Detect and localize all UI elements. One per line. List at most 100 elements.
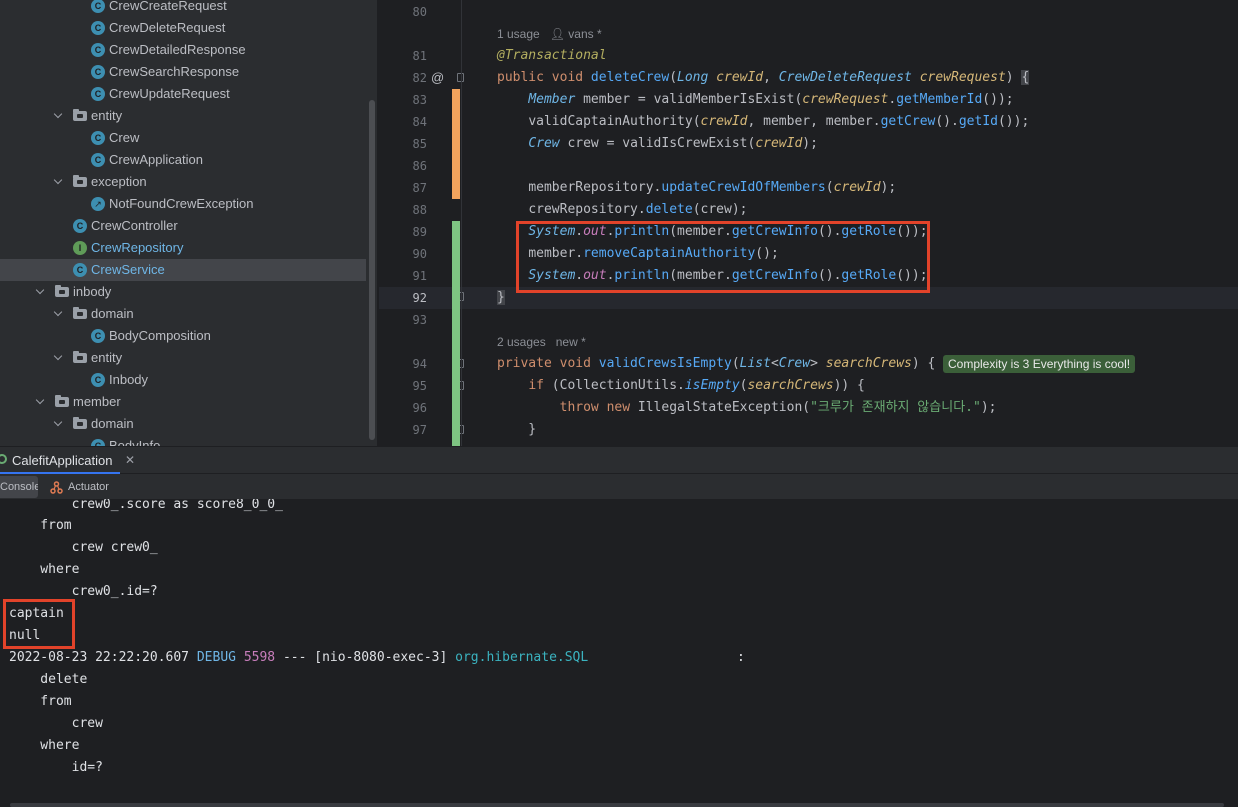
tab-console[interactable]: Console [0, 476, 38, 498]
actuator-icon [50, 481, 63, 494]
chevron-down-icon[interactable] [54, 177, 64, 187]
method-call: validMemberIsExist [653, 92, 795, 107]
tree-item-crewupdaterequest[interactable]: CrewUpdateRequest [0, 83, 366, 105]
tree-item-crewcontroller[interactable]: CrewController [0, 215, 366, 237]
tree-item-notfoundcrewexception[interactable]: NotFoundCrewException [0, 193, 366, 215]
usage-author: new * [555, 335, 586, 349]
exception-class-icon [91, 197, 105, 211]
tree-item-label: domain [91, 416, 134, 431]
tree-item-crew[interactable]: Crew [0, 127, 366, 149]
type: List [739, 356, 771, 371]
chevron-down-icon[interactable] [54, 309, 64, 319]
tree-item-crewrepository[interactable]: CrewRepository [0, 237, 366, 259]
project-tree-panel: CrewCreateRequest CrewDeleteRequest Crew… [0, 0, 378, 446]
type: Crew [528, 136, 560, 151]
tree-folder-domain[interactable]: domain [0, 413, 366, 435]
class-ref: CollectionUtils [559, 378, 678, 393]
tree-item-inbody[interactable]: Inbody [0, 369, 366, 391]
override-marker-icon[interactable]: @ [431, 67, 445, 89]
tree-folder-domain[interactable]: domain [0, 303, 366, 325]
tree-item-crewservice[interactable]: CrewService [0, 259, 366, 281]
vcs-added-marker[interactable] [452, 309, 460, 446]
string-literal: "크루가 존재하지 않습니다." [810, 400, 981, 415]
code-line-95: if (CollectionUtils.isEmpty(searchCrews)… [528, 378, 865, 393]
run-tab-calefitapplication[interactable]: CalefitApplication [0, 447, 121, 474]
method-call: delete [645, 202, 693, 217]
variable: member [583, 92, 631, 107]
vcs-added-marker[interactable] [452, 221, 460, 309]
folder-icon [73, 307, 87, 319]
tree-item-crewcreaterequest[interactable]: CrewCreateRequest [0, 0, 366, 17]
keyword: throw new [559, 400, 631, 415]
run-tool-window-header: CalefitApplication ✕ [0, 446, 1238, 474]
complexity-badge[interactable]: Complexity is 3 Everything is cool! [943, 355, 1136, 373]
tree-item-label: CrewApplication [109, 152, 203, 167]
usage-count: 1 usage [497, 27, 540, 41]
chevron-down-icon[interactable] [54, 353, 64, 363]
tab-console-label: Console [0, 481, 38, 493]
usage-hint[interactable]: 2 usages new * [497, 331, 586, 353]
method-call: getMemberId [896, 92, 983, 107]
param: searchCrews [747, 378, 834, 393]
class-icon [91, 329, 105, 343]
param: crewRequest [802, 92, 889, 107]
param: crewId [755, 136, 803, 151]
line-number: 93 [412, 313, 427, 327]
tree-item-label: Inbody [109, 372, 149, 387]
tree-folder-inbody[interactable]: inbody [0, 281, 366, 303]
vcs-modified-marker[interactable] [452, 89, 460, 199]
tree-item-crewdeleterequest[interactable]: CrewDeleteRequest [0, 17, 366, 39]
interface-icon [73, 241, 87, 255]
usage-hint[interactable]: 1 usage 👤︎ vans * [497, 23, 602, 45]
log-timestamp: 2022-08-23 22:22:20.607 [9, 650, 190, 665]
console-line: delete [9, 672, 88, 687]
code-line-96: throw new IllegalStateException("크루가 존재하… [559, 400, 997, 415]
tree-item-label: CrewService [91, 262, 165, 277]
tree-folder-exception[interactable]: exception [0, 171, 366, 193]
console-line: crew0_.score as score8_0_0_ [9, 499, 283, 512]
tree-item-crewapplication[interactable]: CrewApplication [0, 149, 366, 171]
tree-item-label: CrewDeleteRequest [109, 20, 226, 35]
code-line-87: memberRepository.updateCrewIdOfMembers(c… [528, 180, 897, 195]
param: crewRequest [919, 70, 1006, 85]
param: searchCrews [825, 356, 912, 371]
line-number: 83 [412, 93, 427, 107]
console-output[interactable]: crew0_.score as score8_0_0_ from crew cr… [0, 499, 1238, 807]
tree-item-bodycomposition[interactable]: BodyComposition [0, 325, 366, 347]
chevron-down-icon[interactable] [54, 419, 64, 429]
log-level: DEBUG [196, 650, 236, 665]
horizontal-scrollbar[interactable] [10, 803, 1224, 807]
tree-item-label: entity [91, 108, 123, 123]
variable: member [825, 114, 873, 129]
line-number: 92 [412, 291, 427, 305]
param: crewId [716, 70, 764, 85]
tree-item-bodyinfo[interactable]: BodyInfo [0, 435, 366, 446]
chevron-down-icon[interactable] [54, 111, 64, 121]
tree-item-label: CrewRepository [91, 240, 184, 255]
method-name: deleteCrew [590, 70, 670, 85]
tree-item-crewsearchresponse[interactable]: CrewSearchResponse [0, 61, 366, 83]
class-icon [91, 153, 105, 167]
tree-item-label: inbody [73, 284, 112, 299]
code-line-88: crewRepository.delete(crew); [528, 202, 748, 217]
chevron-down-icon[interactable] [36, 397, 46, 407]
console-line: where [9, 738, 80, 753]
close-icon[interactable]: ✕ [125, 447, 135, 474]
tree-scrollbar[interactable] [369, 100, 375, 440]
method-call: getId [958, 114, 998, 129]
tree-item-label: member [73, 394, 121, 409]
code-editor[interactable]: 80 81 82 83 84 85 86 87 88 89 90 91 92 9… [379, 0, 1238, 446]
class-icon [91, 131, 105, 145]
tree-folder-entity[interactable]: entity [0, 347, 366, 369]
tree-folder-member[interactable]: member [0, 391, 366, 413]
folder-icon [55, 395, 69, 407]
tab-actuator[interactable]: Actuator [50, 476, 109, 498]
line-number: 96 [412, 401, 427, 415]
class-icon [73, 263, 87, 277]
class-icon [91, 65, 105, 79]
chevron-down-icon[interactable] [36, 287, 46, 297]
tree-item-label: entity [91, 350, 123, 365]
class-ref: IllegalStateException [637, 400, 803, 415]
tree-folder-entity[interactable]: entity [0, 105, 366, 127]
tree-item-crewdetailedresponse[interactable]: CrewDetailedResponse [0, 39, 366, 61]
